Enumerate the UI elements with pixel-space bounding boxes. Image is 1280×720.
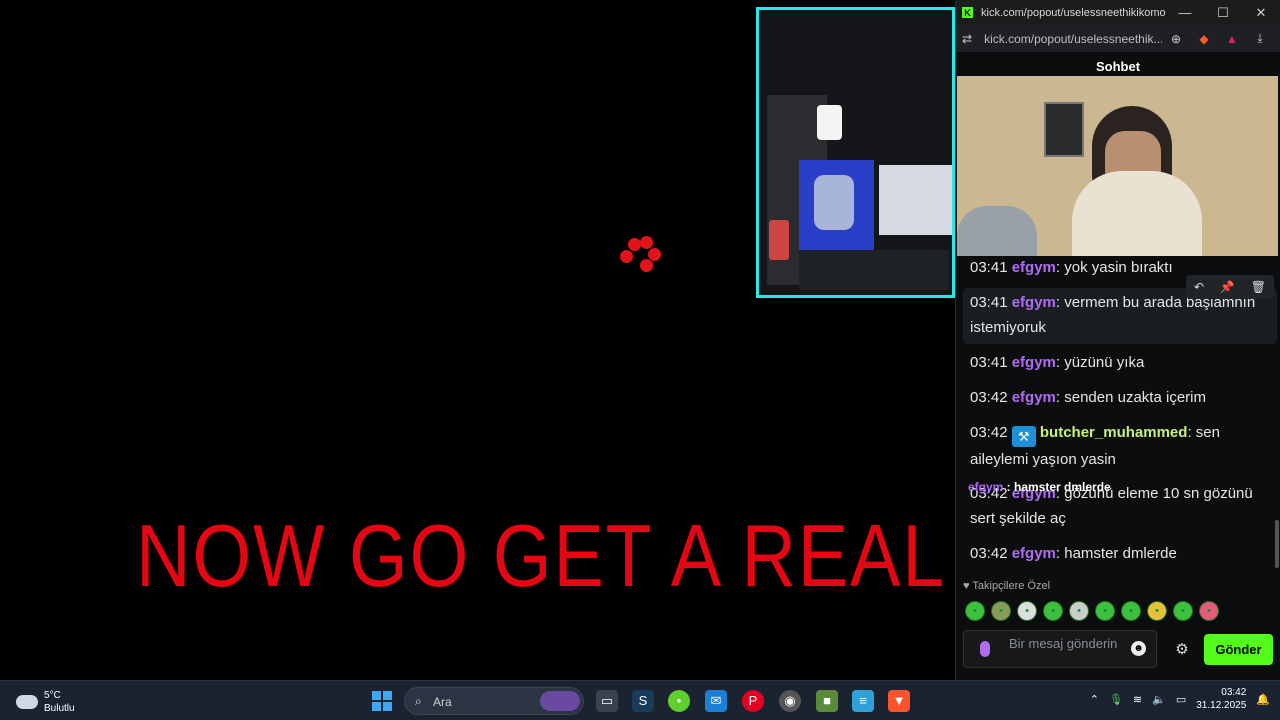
chat-message[interactable]: 03:41 efgym: yüzünü yıka: [970, 350, 1270, 375]
wifi-icon[interactable]: ≋: [1133, 693, 1142, 706]
taskbar-clock[interactable]: 03:42 31.12.2025: [1196, 686, 1246, 712]
chat-input-placeholder: Bir mesaj gönderin: [1009, 636, 1118, 651]
emote-icon[interactable]: •: [1147, 601, 1167, 621]
emote-icon[interactable]: •: [1043, 601, 1063, 621]
brave-browser-icon[interactable]: ▼: [888, 690, 910, 712]
message-time: 03:42: [970, 389, 1008, 406]
moderator-badge-icon: ⚒: [1011, 426, 1036, 447]
site-settings-icon[interactable]: ⇄: [962, 32, 972, 46]
followers-only-notice: ♥ Takipçilere Özel: [963, 580, 1050, 592]
message-time: 03:41: [970, 294, 1008, 311]
chat-message[interactable]: 03:42 efgym: senden uzakta içerim: [970, 385, 1270, 410]
heart-icon: ♥: [963, 580, 970, 592]
battery-icon[interactable]: ▭: [1176, 693, 1186, 706]
message-time: 03:42: [970, 424, 1008, 441]
brave-rewards-icon[interactable]: ▲: [1218, 32, 1246, 46]
message-username[interactable]: efgym: [1012, 294, 1056, 311]
minimize-button[interactable]: —: [1166, 5, 1204, 20]
microphone-tray-icon[interactable]: 🎙: [1109, 693, 1123, 706]
message-username[interactable]: efgym: [1012, 354, 1056, 371]
chat-message-list: 03:41 efgym: yok yasin bıraktı 03:41 efg…: [955, 257, 1280, 577]
weather-widget[interactable]: 5°C Bulutlu: [16, 689, 75, 715]
notification-bell-icon[interactable]: 🔔: [1256, 693, 1270, 706]
send-button[interactable]: Gönder: [1204, 634, 1273, 665]
url-field[interactable]: kick.com/popout/uselessneethik...: [984, 32, 1162, 46]
message-username[interactable]: efgym: [1012, 259, 1056, 276]
chat-scrollbar[interactable]: [1275, 520, 1279, 568]
toast-username: efgym: [968, 480, 1004, 494]
pin-icon[interactable]: 📌: [1220, 280, 1235, 294]
maximize-button[interactable]: ☐: [1204, 5, 1242, 21]
weather-temperature: 5°C: [44, 690, 61, 701]
message-actions-bar: ↶ 📌 🗑: [1186, 275, 1274, 299]
address-bar: ⇄ kick.com/popout/uselessneethik... ⊕ ◆ …: [956, 25, 1280, 52]
download-icon[interactable]: ⤓: [1246, 31, 1274, 46]
message-username[interactable]: efgym: [1012, 545, 1056, 562]
chat-input[interactable]: Bir mesaj gönderin ☻: [963, 630, 1157, 668]
duolingo-icon[interactable]: •: [668, 690, 690, 712]
message-text: hamster dmlerde: [1060, 545, 1177, 562]
obs-icon[interactable]: ◉: [779, 690, 801, 712]
chat-message[interactable]: 03:42 efgym: hamster dmlerde: [970, 541, 1270, 566]
message-text: senden uzakta içerim: [1060, 389, 1206, 406]
steam-icon[interactable]: S: [632, 690, 654, 712]
loading-spinner: [618, 236, 662, 274]
clock-time: 03:42: [1221, 687, 1247, 698]
emote-icon[interactable]: •: [1095, 601, 1115, 621]
chat-title: Sohbet: [956, 52, 1280, 75]
message-time: 03:41: [970, 259, 1008, 276]
message-text: yok yasin bıraktı: [1060, 259, 1173, 276]
search-icon: ⌕: [415, 694, 422, 708]
microphone-icon[interactable]: [980, 641, 990, 657]
chat-settings-icon[interactable]: ⚙: [1172, 640, 1192, 660]
kick-logo-icon: K: [962, 7, 973, 18]
message-username[interactable]: efgym: [1012, 389, 1056, 406]
search-label: Ara: [433, 695, 452, 709]
followers-only-label: Takipçilere Özel: [972, 580, 1051, 592]
chat-overlay-toast: efgym : hamster dmlerde: [968, 480, 1111, 494]
brave-shield-icon[interactable]: ◆: [1190, 32, 1218, 46]
cloud-icon: [16, 695, 38, 709]
stage-banner-text: NOW GO GET A REAL: [136, 506, 947, 605]
undo-icon[interactable]: ↶: [1194, 280, 1204, 294]
emote-icon[interactable]: •: [1173, 601, 1193, 621]
system-tray: ⌃ 🎙 ≋ 🔈 ▭ 03:42 31.12.2025 🔔: [1090, 686, 1270, 712]
emote-icon[interactable]: •: [1121, 601, 1141, 621]
emote-icon[interactable]: •: [991, 601, 1011, 621]
windows-start-icon[interactable]: [371, 690, 393, 712]
chat-message[interactable]: 03:42 ⚒ butcher_muhammed: sen aileylemi …: [970, 420, 1270, 472]
windows-taskbar: 5°C Bulutlu ⌕ Ara ▭ S • ✉ P ◉ ■ ≡ ▼ ⌃ 🎙 …: [0, 680, 1280, 720]
window-titlebar: K kick.com/popout/uselessneethikikomori.…: [956, 0, 1280, 25]
delete-icon[interactable]: 🗑: [1251, 280, 1266, 294]
toast-text: : hamster dmlerde: [1003, 480, 1111, 494]
clock-date: 31.12.2025: [1196, 700, 1247, 711]
message-username[interactable]: butcher_muhammed: [1040, 424, 1188, 441]
close-button[interactable]: ✕: [1242, 5, 1280, 21]
notepad-icon[interactable]: ≡: [852, 690, 874, 712]
emote-icon[interactable]: •: [1199, 601, 1219, 621]
task-view-icon[interactable]: ▭: [596, 690, 618, 712]
emote-icon[interactable]: •: [1069, 601, 1089, 621]
emote-bar: • • • • • • • • • •: [965, 601, 1219, 621]
emote-icon[interactable]: •: [1017, 601, 1037, 621]
room-camera-overlay: [756, 7, 955, 298]
taskbar-search[interactable]: ⌕ Ara: [404, 687, 584, 715]
message-time: 03:41: [970, 354, 1008, 371]
outlook-icon[interactable]: ✉: [705, 690, 727, 712]
window-title: kick.com/popout/uselessneethikikomori...: [981, 6, 1166, 19]
weather-description: Bulutlu: [44, 703, 75, 714]
message-time: 03:42: [970, 545, 1008, 562]
pinterest-icon[interactable]: P: [742, 690, 764, 712]
emoji-picker-icon[interactable]: ☻: [1131, 641, 1146, 656]
message-text: yüzünü yıka: [1060, 354, 1145, 371]
zoom-icon[interactable]: ⊕: [1162, 32, 1190, 46]
chevron-up-icon[interactable]: ⌃: [1090, 693, 1099, 706]
search-highlight-icon: [540, 691, 580, 711]
emote-icon[interactable]: •: [965, 601, 985, 621]
streamer-webcam: [957, 76, 1278, 256]
volume-icon[interactable]: 🔈: [1152, 693, 1166, 706]
minecraft-icon[interactable]: ■: [816, 690, 838, 712]
